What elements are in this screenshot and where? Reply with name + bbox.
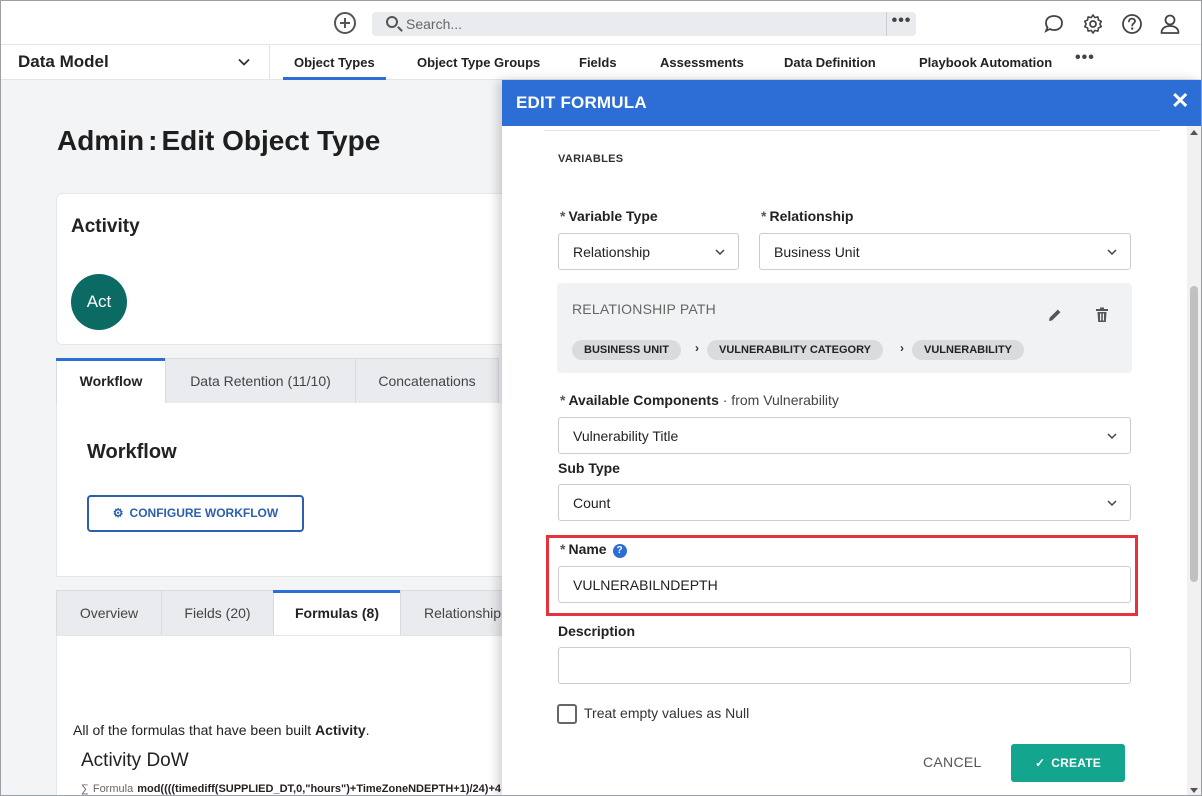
sigma-icon: ∑ [81, 783, 89, 795]
available-components-label: * Available Components · from Vulnerabili… [560, 392, 839, 408]
object-tabs-top: Workflow Data Retention (11/10) Concaten… [56, 358, 516, 404]
description-label: Description [558, 623, 636, 639]
module-selector-label[interactable]: Data Model [18, 52, 109, 72]
relationship-label: * Relationship [761, 208, 854, 224]
app-window: ••• Data Model Object Types Object Type … [0, 0, 1202, 796]
name-label: * Name? [560, 541, 627, 558]
search-options-button[interactable]: ••• [886, 12, 916, 36]
sub-type-select[interactable]: Count [558, 484, 1131, 521]
page-title: Admin: Edit Object Type [57, 125, 381, 156]
path-separator: › [695, 341, 699, 355]
variables-section-label: VARIABLES [558, 153, 624, 165]
drawer-scrollbar[interactable] [1187, 126, 1201, 795]
chevron-down-icon[interactable] [237, 55, 251, 69]
formula-expression: ∑ Formula mod((((timediff(SUPPLIED_DT,0,"h… [81, 783, 501, 795]
help-icon[interactable]: ? [612, 544, 627, 558]
create-button[interactable]: ✓ CREATE [1011, 744, 1125, 782]
formulas-panel: All of the formulas that have been built… [56, 635, 516, 795]
variable-type-select[interactable]: Relationship [558, 233, 739, 270]
pencil-icon[interactable] [1047, 307, 1063, 323]
tab-data-retention[interactable]: Data Retention (11/10) [165, 358, 356, 404]
nav-tab-data-definition[interactable]: Data Definition [784, 55, 876, 70]
required-marker: * [761, 208, 767, 224]
workflow-panel: Workflow ⚙ CONFIGURE WORKFLOW [56, 403, 516, 577]
scrollbar-thumb[interactable] [1190, 286, 1198, 582]
required-marker: * [560, 208, 566, 224]
variable-type-label: * Variable Type [560, 208, 658, 224]
path-chip: VULNERABILITY [912, 340, 1024, 360]
object-name: Activity [71, 216, 140, 237]
chevron-down-icon [1107, 249, 1117, 256]
gear-icon: ⚙ [112, 506, 124, 520]
nav-tab-assessments[interactable]: Assessments [660, 55, 744, 70]
sub-type-label: Sub Type [558, 460, 620, 476]
cancel-button[interactable]: CANCEL [923, 754, 982, 770]
path-separator: › [900, 341, 904, 355]
drawer-header: EDIT FORMULA ✕ [502, 80, 1201, 126]
treat-empty-null-label[interactable]: Treat empty values as Null [584, 705, 749, 721]
top-bar: ••• [1, 1, 1201, 45]
scroll-up-arrow-icon[interactable] [1190, 130, 1198, 135]
formulas-description: All of the formulas that have been built… [73, 722, 370, 738]
relationship-path-title: RELATIONSHIP PATH [572, 301, 716, 317]
workflow-heading: Workflow [87, 441, 177, 463]
object-summary-card: Activity Act [56, 193, 516, 345]
nav-tab-object-types[interactable]: Object Types [283, 55, 386, 80]
check-icon: ✓ [1035, 756, 1046, 770]
chat-icon[interactable] [1043, 13, 1065, 35]
tab-workflow[interactable]: Workflow [56, 358, 166, 404]
treat-empty-null-checkbox[interactable] [557, 704, 577, 724]
divider [544, 130, 1160, 131]
object-avatar: Act [71, 274, 127, 330]
configure-workflow-button[interactable]: ⚙ CONFIGURE WORKFLOW [87, 495, 304, 532]
tab-formulas[interactable]: Formulas (8) [273, 590, 401, 636]
required-marker: * [560, 392, 566, 408]
help-icon[interactable] [1121, 13, 1143, 35]
description-input[interactable] [558, 647, 1131, 684]
drawer-title: EDIT FORMULA [516, 93, 647, 112]
tab-fields[interactable]: Fields (20) [161, 590, 274, 636]
nav-tab-fields[interactable]: Fields [579, 55, 617, 70]
chevron-down-icon [1107, 433, 1117, 440]
trash-icon[interactable] [1095, 307, 1109, 323]
relationship-path-box: RELATIONSHIP PATH BUSINESS UNIT › VULNER… [557, 283, 1132, 373]
gear-icon[interactable] [1082, 13, 1104, 35]
tab-concatenations[interactable]: Concatenations [355, 358, 499, 404]
chevron-down-icon [1107, 500, 1117, 507]
formula-title: Activity DoW [81, 750, 189, 771]
module-nav: Data Model Object Types Object Type Grou… [1, 45, 1201, 80]
scroll-down-arrow-icon[interactable] [1190, 788, 1198, 793]
user-profile-icon[interactable] [1159, 13, 1181, 35]
name-input[interactable] [558, 566, 1131, 603]
tab-overview[interactable]: Overview [56, 590, 162, 636]
edit-formula-drawer: EDIT FORMULA ✕ VARIABLES * Variable Type … [502, 80, 1201, 795]
path-chip: BUSINESS UNIT [572, 340, 681, 360]
search-icon [386, 16, 398, 28]
nav-tab-playbook-automation[interactable]: Playbook Automation [919, 55, 1052, 70]
global-search[interactable]: ••• [372, 12, 916, 36]
chevron-down-icon [715, 249, 725, 256]
nav-more-button[interactable]: ••• [1075, 49, 1095, 67]
available-components-select[interactable]: Vulnerability Title [558, 417, 1131, 454]
relationship-select[interactable]: Business Unit [759, 233, 1131, 270]
close-icon[interactable]: ✕ [1171, 90, 1189, 112]
search-input[interactable] [406, 14, 886, 34]
object-tabs-bottom: Overview Fields (20) Formulas (8) Relati… [56, 590, 530, 636]
nav-tab-object-type-groups[interactable]: Object Type Groups [417, 55, 540, 70]
add-icon[interactable] [334, 12, 356, 34]
required-marker: * [560, 541, 566, 557]
nav-divider [269, 45, 270, 80]
path-chip: VULNERABILITY CATEGORY [707, 340, 883, 360]
